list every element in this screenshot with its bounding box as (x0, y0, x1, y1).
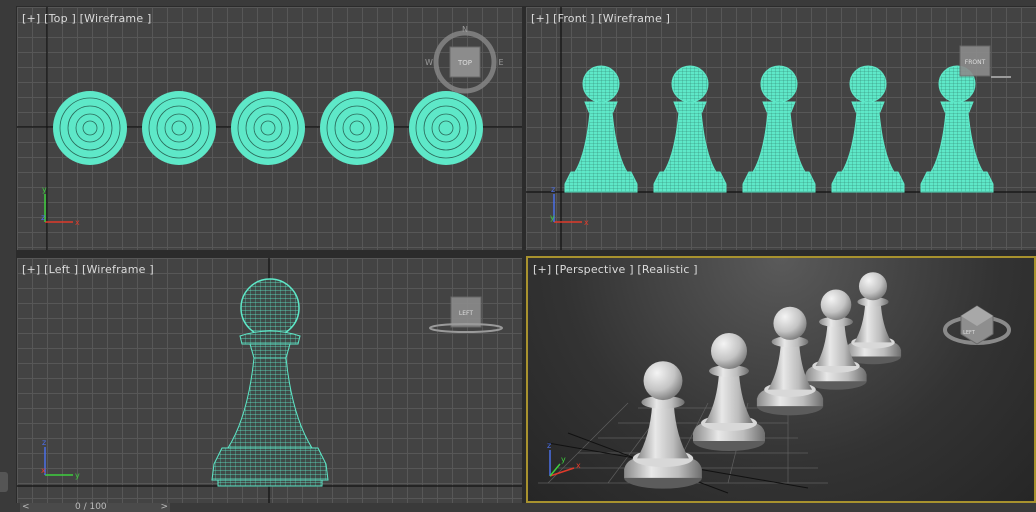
svg-text:N: N (462, 25, 468, 34)
time-prev-button[interactable]: < (22, 503, 30, 512)
svg-text:z: z (551, 185, 555, 194)
top-view-canvas: TOP N W E x y z (17, 7, 522, 250)
pawn-shaded-icon (624, 272, 902, 489)
svg-text:W: W (425, 58, 433, 67)
svg-text:TOP: TOP (457, 59, 472, 67)
viewcube-icon[interactable]: TOP N W E (425, 25, 504, 94)
svg-text:y: y (550, 213, 555, 222)
left-view-canvas: LEFT y z x (17, 258, 522, 503)
viewport-top[interactable]: TOP N W E x y z [+] [Top ] [Wireframe ] (17, 7, 522, 250)
viewport-label-perspective[interactable]: [+] [Perspective ] [Realistic ] (533, 263, 698, 276)
pawn-top-wireframes (53, 91, 483, 165)
pawn-front-wireframes (564, 65, 994, 193)
front-view-canvas: FRONT x z y (526, 7, 1036, 250)
svg-text:LEFT: LEFT (459, 310, 473, 317)
svg-text:x: x (41, 466, 46, 475)
left-command-strip (0, 0, 16, 512)
viewport-front[interactable]: FRONT x z y [+] [Front ] [Wireframe ] (526, 7, 1036, 250)
svg-text:LEFT: LEFT (963, 330, 976, 336)
viewcube-icon[interactable]: LEFT (943, 305, 1011, 345)
svg-text:x: x (75, 218, 80, 227)
svg-text:y: y (42, 185, 47, 194)
svg-text:x: x (584, 218, 589, 227)
svg-text:x: x (576, 461, 581, 470)
time-frame-readout: 0 / 100 (75, 502, 107, 512)
svg-text:FRONT: FRONT (965, 59, 986, 66)
svg-text:z: z (41, 213, 45, 222)
svg-text:y: y (561, 455, 566, 464)
axis-tripod-icon: y z x (41, 438, 80, 480)
viewport-perspective[interactable]: LEFT x z y [+] [Perspective ] [Realistic… (526, 256, 1036, 503)
panel-toggle-button[interactable] (0, 472, 8, 492)
viewport-left[interactable]: LEFT y z x [+] [Left ] [Wireframe ] (17, 258, 522, 503)
svg-text:z: z (547, 441, 551, 450)
viewport-label-left[interactable]: [+] [Left ] [Wireframe ] (22, 263, 154, 276)
time-slider[interactable]: < 0 / 100 > (20, 503, 170, 512)
viewcube-icon[interactable]: LEFT (429, 296, 503, 333)
time-next-button[interactable]: > (160, 503, 168, 512)
perspective-view-canvas: LEFT x z y (538, 272, 1011, 494)
viewcube-icon[interactable]: FRONT (959, 45, 1011, 78)
svg-text:y: y (75, 471, 80, 480)
svg-text:E: E (498, 58, 503, 67)
svg-text:z: z (42, 438, 46, 447)
viewport-label-top[interactable]: [+] [Top ] [Wireframe ] (22, 12, 151, 25)
top-toolbar-edge (0, 0, 1036, 6)
pawn-wireframe-icon (211, 278, 329, 487)
viewport-label-front[interactable]: [+] [Front ] [Wireframe ] (531, 12, 670, 25)
